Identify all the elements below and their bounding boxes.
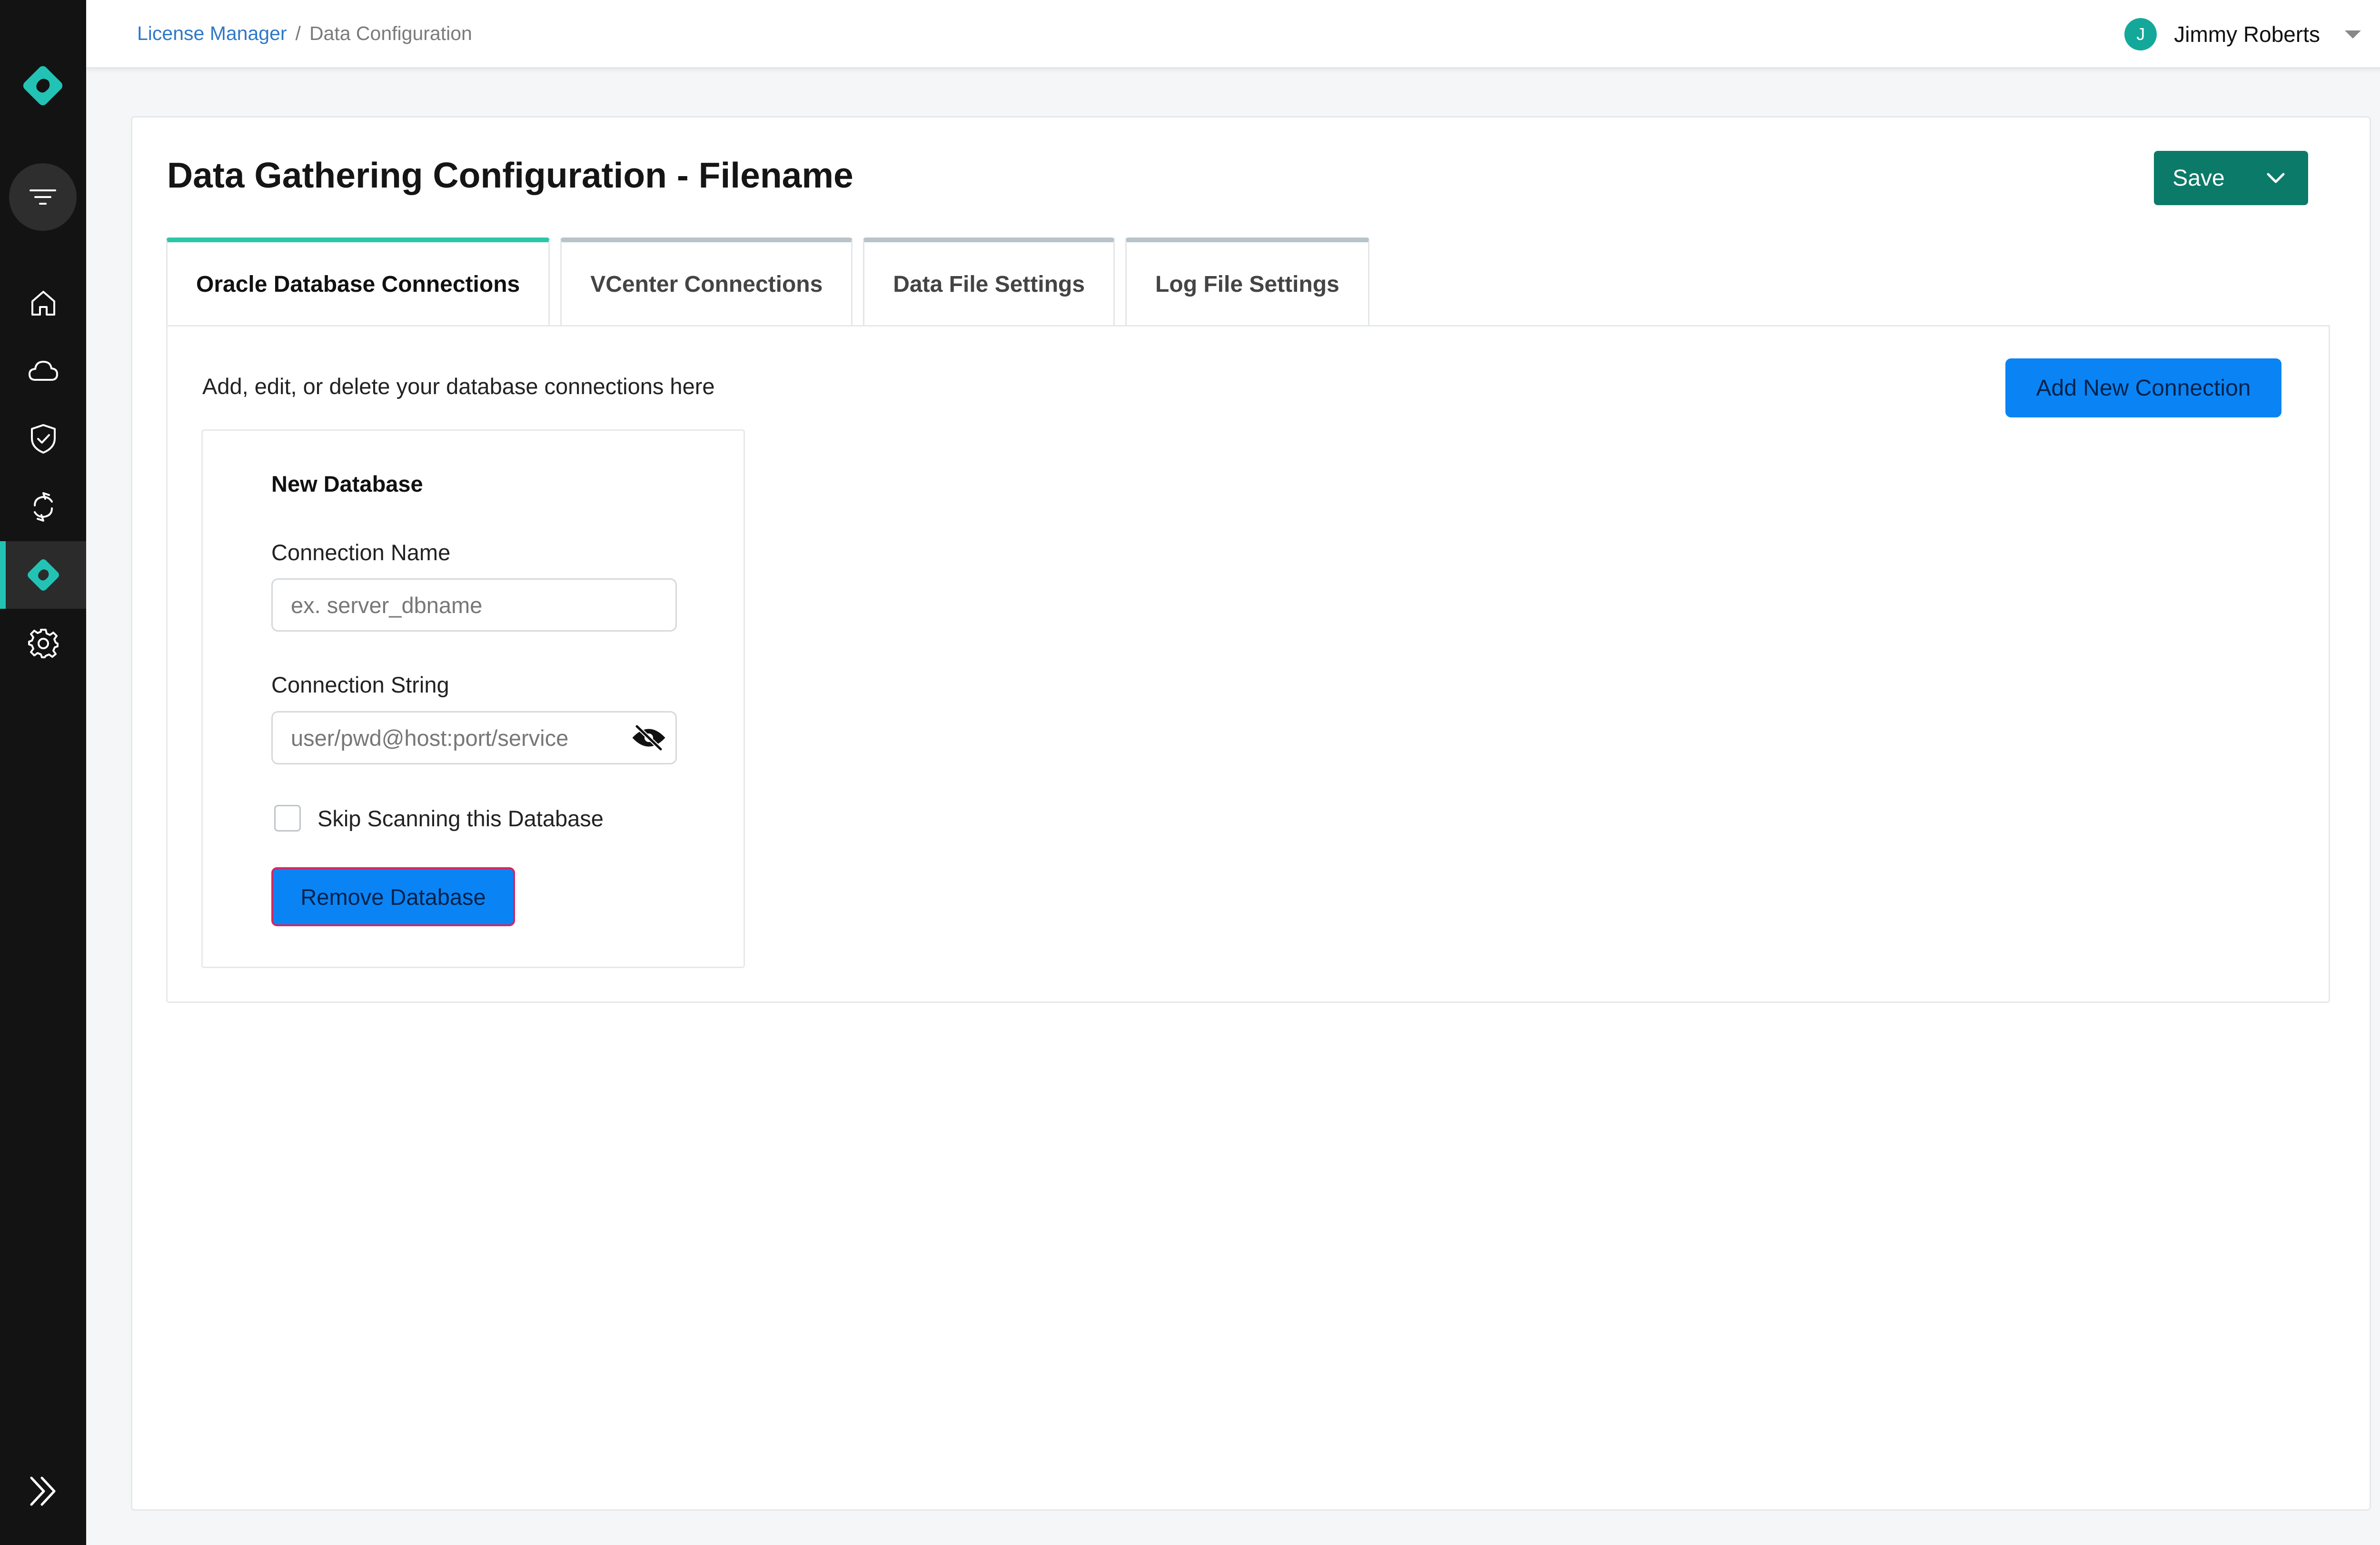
skip-scanning-checkbox[interactable] xyxy=(274,805,301,832)
remove-database-button[interactable]: Remove Database xyxy=(271,867,515,926)
app-logo-icon[interactable] xyxy=(19,62,67,109)
license-icon xyxy=(27,559,59,591)
database-card-title: New Database xyxy=(271,471,423,496)
breadcrumb-license-manager[interactable]: License Manager xyxy=(137,22,287,45)
page-title: Data Gathering Configuration - Filename xyxy=(167,155,853,195)
top-bar: License Manager / Data Configuration J J… xyxy=(86,0,2380,69)
sidebar xyxy=(0,0,86,1545)
sidebar-item-license-manager[interactable] xyxy=(0,541,86,609)
tab-vcenter-connections[interactable]: VCenter Connections xyxy=(560,238,853,326)
skip-scanning-label[interactable]: Skip Scanning this Database xyxy=(317,805,604,832)
sidebar-item-cloud[interactable] xyxy=(0,337,86,405)
connection-name-input[interactable] xyxy=(271,578,677,632)
connection-string-input[interactable] xyxy=(271,711,677,764)
connection-string-label: Connection String xyxy=(271,672,449,697)
tab-data-file-settings[interactable]: Data File Settings xyxy=(863,238,1115,326)
save-button-group: Save xyxy=(2154,151,2308,205)
avatar: J xyxy=(2124,18,2157,50)
connection-name-label: Connection Name xyxy=(271,540,451,565)
sidebar-item-sync[interactable] xyxy=(0,473,86,541)
eye-slash-icon[interactable] xyxy=(632,724,665,751)
database-card: New Database Connection Name Connection … xyxy=(201,429,745,968)
panel-description: Add, edit, or delete your database conne… xyxy=(202,374,715,399)
tab-oracle-database-connections[interactable]: Oracle Database Connections xyxy=(166,238,550,326)
filter-button[interactable] xyxy=(9,163,77,231)
tab-log-file-settings[interactable]: Log File Settings xyxy=(1125,238,1369,326)
chevron-down-icon xyxy=(2267,173,2285,183)
add-new-connection-button[interactable]: Add New Connection xyxy=(2005,358,2281,417)
user-menu[interactable]: J Jimmy Roberts xyxy=(2124,18,2361,50)
sync-icon xyxy=(33,492,53,522)
expand-icon xyxy=(30,1476,56,1506)
home-icon xyxy=(31,291,55,316)
breadcrumb-current: Data Configuration xyxy=(309,22,472,44)
user-name: Jimmy Roberts xyxy=(2174,22,2320,47)
sidebar-expand-button[interactable] xyxy=(25,1473,61,1509)
skip-scanning-row[interactable]: Skip Scanning this Database xyxy=(274,805,604,832)
tab-bar: Oracle Database Connections VCenter Conn… xyxy=(166,238,1369,326)
tab-panel-oracle: Add, edit, or delete your database conne… xyxy=(166,325,2330,1003)
sidebar-item-home[interactable] xyxy=(0,269,86,337)
filter-icon xyxy=(30,189,56,205)
breadcrumb-separator: / xyxy=(295,22,301,44)
sidebar-item-settings[interactable] xyxy=(0,609,86,677)
save-button[interactable]: Save xyxy=(2154,151,2243,205)
save-dropdown-toggle[interactable] xyxy=(2243,151,2308,205)
gear-icon xyxy=(28,629,59,658)
sidebar-item-security[interactable] xyxy=(0,405,86,473)
caret-down-icon[interactable] xyxy=(2345,30,2361,39)
breadcrumb: License Manager / Data Configuration xyxy=(137,22,472,45)
shield-check-icon xyxy=(30,424,56,454)
main-card: Data Gathering Configuration - Filename … xyxy=(131,116,2371,1511)
cloud-icon xyxy=(28,360,58,381)
